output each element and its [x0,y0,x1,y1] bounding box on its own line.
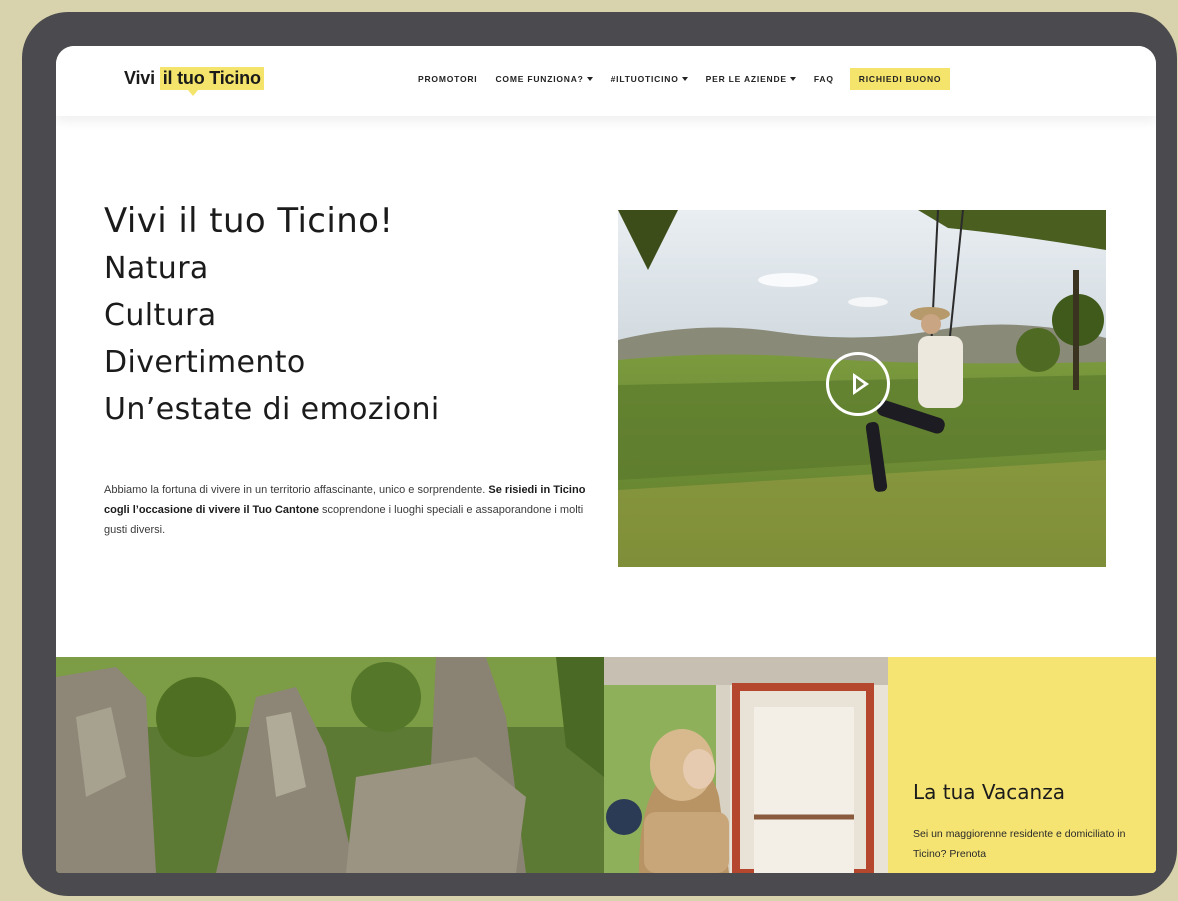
nav-item-per-le-aziende[interactable]: PER LE AZIENDE [706,74,796,84]
nav-item-label: #ILTUOTICINO [610,74,679,84]
nav-item-iltuoticino[interactable]: #ILTUOTICINO [611,74,688,84]
window-photo [604,657,888,873]
play-button[interactable] [826,352,890,416]
feature-band: La tua Vacanza Sei un maggiorenne reside… [56,657,1156,873]
ruins-photo [56,657,604,873]
richiedi-buono-button[interactable]: RICHIEDI BUONO [849,68,951,90]
nav-item-label: COME FUNZIONA? [495,74,584,84]
browser-screen: Vivi il tuo Ticino PROMOTORI COME FUNZIO… [56,46,1156,873]
hero-heading: Vivi il tuo Ticino! Natura Cultura Diver… [104,198,440,433]
device-frame: Vivi il tuo Ticino PROMOTORI COME FUNZIO… [22,12,1177,896]
hero-line-cultura: Cultura [104,298,217,333]
hero-video[interactable] [618,210,1106,567]
chevron-down-icon [681,77,688,81]
hero-line-divertimento: Divertimento [104,345,306,380]
hero-description: Abbiamo la fortuna di vivere in un terri… [104,480,586,540]
ruins-image[interactable] [56,657,604,873]
vacanza-text: Sei un maggiorenne residente e domicilia… [913,828,1126,860]
site-logo[interactable]: Vivi il tuo Ticino [124,67,264,90]
logo-highlight: il tuo Ticino [159,67,264,90]
main-nav: PROMOTORI COME FUNZIONA? #ILTUOTICINO PE… [418,66,951,92]
nav-item-label: FAQ [813,74,834,84]
logo-prefix: Vivi [124,68,160,88]
nav-item-label: PROMOTORI [418,74,478,84]
nav-item-come-funziona[interactable]: COME FUNZIONA? [495,74,593,84]
nav-item-label: PER LE AZIENDE [705,74,787,84]
chevron-down-icon [586,77,593,81]
chevron-down-icon [789,77,796,81]
hero-line-natura: Natura [104,251,209,286]
vacanza-title: La tua Vacanza [913,780,1065,804]
hero-line-estate: Un’estate di emozioni [104,392,440,427]
site-header: Vivi il tuo Ticino PROMOTORI COME FUNZIO… [56,46,1156,116]
hero-text-part1: Abbiamo la fortuna di vivere in un terri… [104,484,489,496]
play-icon [853,373,869,395]
window-image[interactable] [604,657,888,873]
nav-item-faq[interactable]: FAQ [814,74,834,84]
vacanza-card[interactable]: La tua Vacanza Sei un maggiorenne reside… [888,657,1156,873]
nav-item-promotori[interactable]: PROMOTORI [418,74,477,84]
hero-title: Vivi il tuo Ticino! [104,201,394,241]
